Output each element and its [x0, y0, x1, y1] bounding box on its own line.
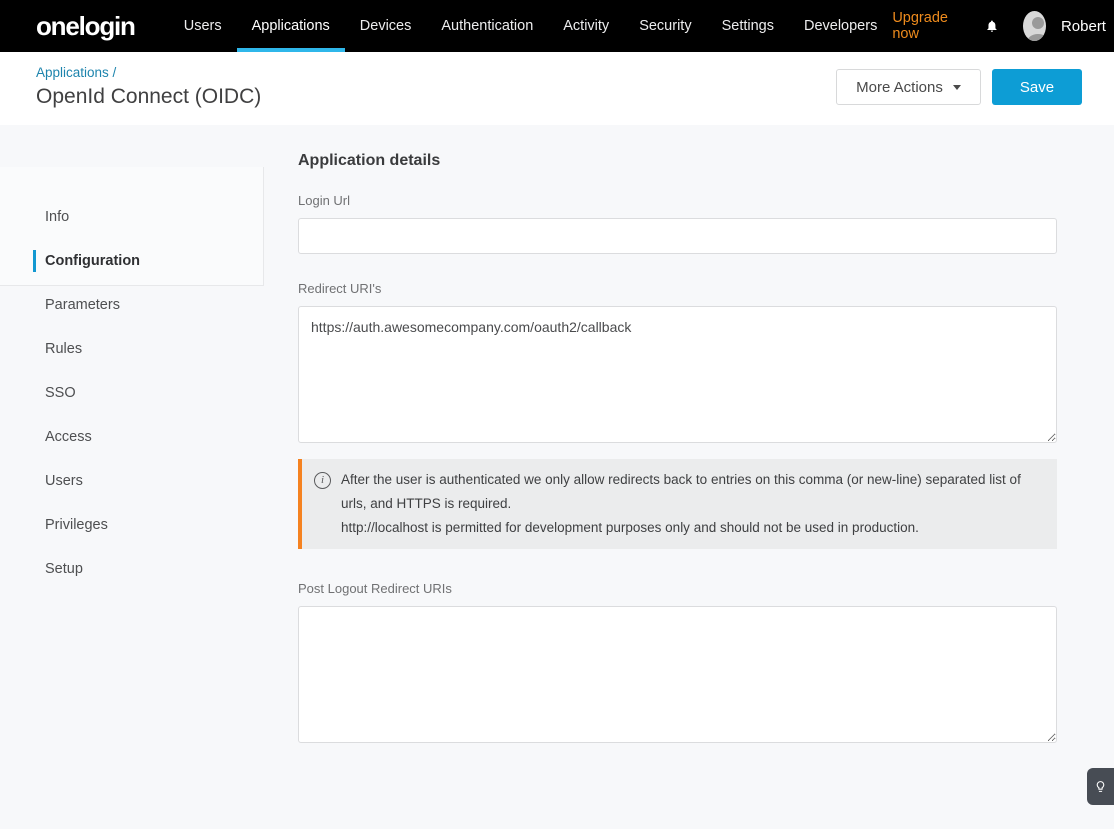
post-logout-redirect-uris-label: Post Logout Redirect URIs — [298, 581, 1057, 596]
sidebar-item-rules[interactable]: Rules — [0, 327, 264, 371]
nav-item-developers[interactable]: Developers — [789, 0, 892, 52]
nav-item-label: Applications — [252, 18, 330, 34]
user-name[interactable]: Robert — [1061, 18, 1106, 35]
info-note-line-1: After the user is authenticated we only … — [341, 468, 1041, 516]
nav-item-devices[interactable]: Devices — [345, 0, 427, 52]
sidebar-item-label: Info — [45, 209, 69, 225]
upgrade-now-link[interactable]: Upgrade now — [892, 10, 959, 42]
sidebar-item-sso[interactable]: SSO — [0, 371, 264, 415]
post-logout-redirect-uris-textarea[interactable] — [298, 606, 1057, 743]
help-tips-tab[interactable] — [1087, 768, 1114, 805]
top-nav-right: Upgrade now Robert — [892, 0, 1106, 52]
app-sidebar-menu: Info Configuration Parameters Rules SSO … — [0, 195, 264, 591]
sidebar-item-label: Privileges — [45, 517, 108, 533]
sidebar-item-info[interactable]: Info — [0, 195, 264, 239]
breadcrumb[interactable]: Applications / — [36, 65, 116, 80]
header-actions: More Actions Save — [836, 69, 1082, 105]
sidebar-item-parameters[interactable]: Parameters — [0, 283, 264, 327]
nav-item-label: Users — [184, 18, 222, 34]
more-actions-button[interactable]: More Actions — [836, 69, 981, 105]
section-title: Application details — [298, 152, 1057, 170]
configuration-form: Application details Login Url Redirect U… — [298, 125, 1057, 743]
nav-item-label: Activity — [563, 18, 609, 34]
sidebar-item-label: Parameters — [45, 297, 120, 313]
login-url-input[interactable] — [298, 218, 1057, 254]
nav-item-applications[interactable]: Applications — [237, 0, 345, 52]
login-url-label: Login Url — [298, 193, 1057, 208]
bell-icon[interactable] — [985, 17, 999, 35]
info-note-text: After the user is authenticated we only … — [341, 468, 1041, 540]
nav-item-authentication[interactable]: Authentication — [426, 0, 548, 52]
page-header: Applications / OpenId Connect (OIDC) Mor… — [0, 52, 1114, 125]
sidebar-item-label: Setup — [45, 561, 83, 577]
sidebar-item-privileges[interactable]: Privileges — [0, 503, 264, 547]
save-label: Save — [1020, 79, 1054, 96]
nav-item-settings[interactable]: Settings — [707, 0, 789, 52]
sidebar-item-label: Users — [45, 473, 83, 489]
nav-item-security[interactable]: Security — [624, 0, 706, 52]
nav-item-label: Developers — [804, 18, 877, 34]
sidebar-item-configuration[interactable]: Configuration — [0, 239, 264, 283]
nav-item-label: Devices — [360, 18, 412, 34]
redirect-uris-label: Redirect URI's — [298, 281, 1057, 296]
nav-item-label: Security — [639, 18, 691, 34]
nav-item-activity[interactable]: Activity — [548, 0, 624, 52]
sidebar-item-label: Access — [45, 429, 92, 445]
sidebar-item-users[interactable]: Users — [0, 459, 264, 503]
nav-item-label: Authentication — [441, 18, 533, 34]
content-area: Info Configuration Parameters Rules SSO … — [0, 125, 1114, 829]
onelogin-logo[interactable]: onelogin — [36, 0, 135, 52]
screen: onelogin Users Applications Devices Auth… — [0, 0, 1114, 829]
top-navigation: onelogin Users Applications Devices Auth… — [0, 0, 1114, 52]
info-note-line-2: http://localhost is permitted for develo… — [341, 516, 1041, 540]
sidebar-item-access[interactable]: Access — [0, 415, 264, 459]
more-actions-label: More Actions — [856, 79, 943, 96]
info-circle-icon: i — [314, 472, 331, 489]
active-item-indicator — [33, 250, 36, 272]
sidebar-item-setup[interactable]: Setup — [0, 547, 264, 591]
redirect-uris-textarea[interactable]: https://auth.awesomecompany.com/oauth2/c… — [298, 306, 1057, 443]
caret-down-icon — [953, 85, 961, 90]
nav-item-users[interactable]: Users — [169, 0, 237, 52]
redirect-uris-info-note: i After the user is authenticated we onl… — [298, 459, 1057, 549]
sidebar-item-label: Configuration — [45, 253, 140, 269]
top-nav-menu: Users Applications Devices Authenticatio… — [169, 0, 893, 52]
avatar-shoulders-shape — [1027, 34, 1046, 41]
save-button[interactable]: Save — [992, 69, 1082, 105]
nav-item-label: Settings — [722, 18, 774, 34]
sidebar-item-label: SSO — [45, 385, 76, 401]
user-avatar[interactable] — [1023, 11, 1046, 41]
lightbulb-icon — [1094, 780, 1107, 793]
avatar-head-shape — [1032, 17, 1044, 29]
sidebar-item-label: Rules — [45, 341, 82, 357]
